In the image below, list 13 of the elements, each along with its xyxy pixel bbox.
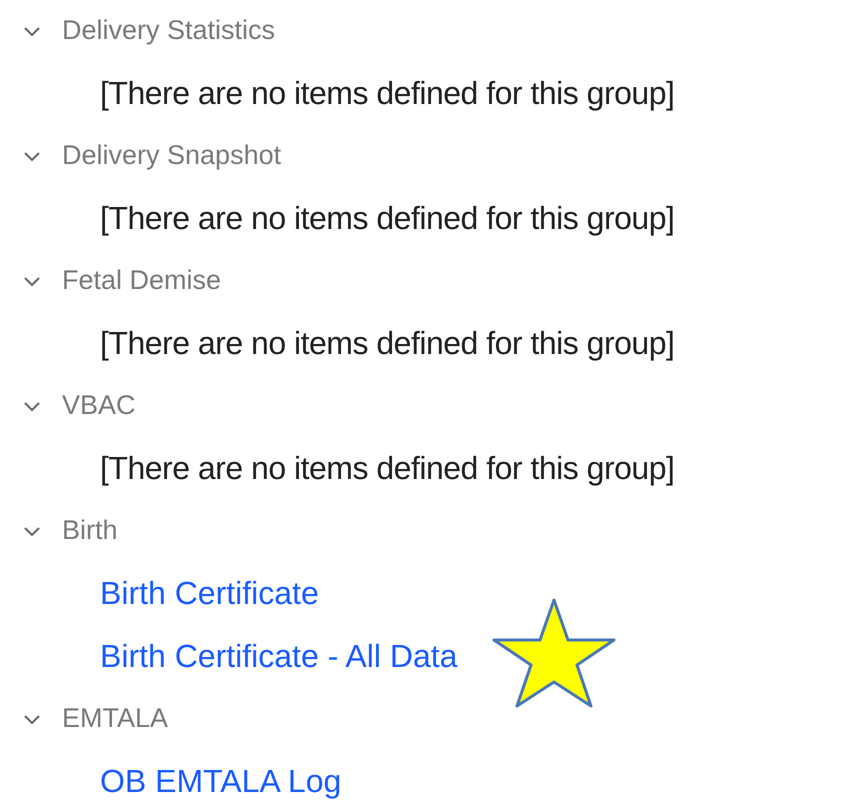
report-link[interactable]: Birth Certificate (100, 575, 319, 612)
group-title[interactable]: Birth (62, 515, 118, 546)
group-title[interactable]: Fetal Demise (62, 265, 222, 296)
empty-group-message: [There are no items defined for this group] (100, 325, 674, 362)
group-title[interactable]: EMTALA (62, 703, 168, 734)
report-link[interactable]: Birth Certificate - All Data (100, 638, 458, 675)
empty-group-message: [There are no items defined for this group] (100, 200, 674, 237)
empty-group-message: [There are no items defined for this group] (100, 450, 674, 487)
group-title[interactable]: Delivery Snapshot (62, 140, 282, 171)
group-title[interactable]: VBAC (62, 390, 136, 421)
empty-group-message: [There are no items defined for this group] (100, 75, 674, 112)
group-title[interactable]: Delivery Statistics (62, 15, 276, 46)
report-link[interactable]: OB EMTALA Log (100, 763, 342, 800)
